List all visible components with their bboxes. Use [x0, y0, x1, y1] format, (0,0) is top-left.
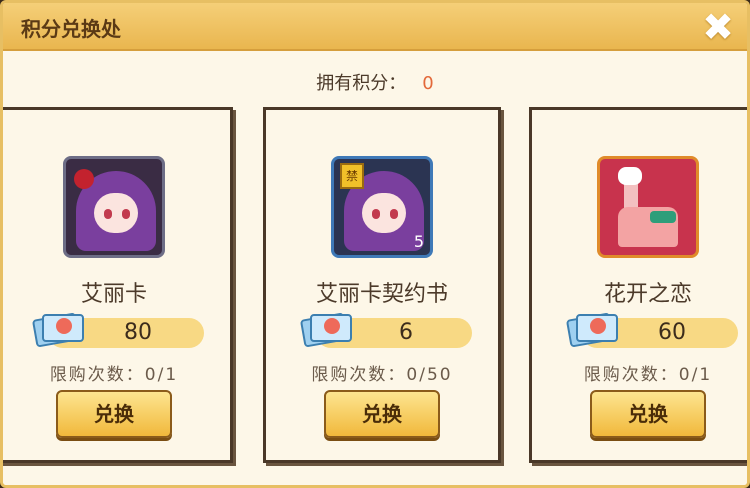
ticket-icon — [31, 308, 86, 348]
dialog-title: 积分兑换处 — [21, 17, 121, 41]
item-name: 艾丽卡 — [80, 282, 147, 307]
item-card-erika-contract: 禁 5 艾丽卡契约书 6 限购次数：0/50 兑换 — [263, 107, 501, 463]
ticket-icon — [299, 308, 354, 348]
item-card-erika: 艾丽卡 80 限购次数：0/1 兑换 — [3, 107, 233, 463]
points-display: 拥有积分： 0 — [3, 69, 747, 95]
item-card-flower-love: 花开之恋 60 限购次数：0/1 兑换 — [529, 107, 747, 463]
purchase-limit: 限购次数：0/50 — [311, 365, 453, 385]
item-level: 5 — [413, 232, 424, 251]
close-button[interactable]: ✖ — [701, 8, 735, 46]
item-name: 艾丽卡契约书 — [315, 282, 448, 307]
erika-portrait-icon[interactable] — [63, 156, 165, 258]
exchange-button[interactable]: 兑换 — [56, 390, 172, 438]
erika-contract-icon[interactable]: 禁 5 — [331, 156, 433, 258]
exchange-dialog: 积分兑换处 ✖ 拥有积分： 0 艾丽卡 80 限购次数：0/1 兑换 禁 5 艾… — [0, 0, 750, 488]
title-bar: 积分兑换处 ✖ — [3, 3, 747, 51]
exchange-button[interactable]: 兑换 — [590, 390, 706, 438]
item-name: 花开之恋 — [603, 282, 692, 307]
purchase-limit: 限购次数：0/1 — [583, 365, 713, 385]
ticket-icon — [565, 308, 620, 348]
flower-love-llama-icon[interactable] — [597, 156, 699, 258]
exchange-button[interactable]: 兑换 — [324, 390, 440, 438]
contract-badge: 禁 — [340, 163, 364, 189]
purchase-limit: 限购次数：0/1 — [49, 365, 179, 385]
points-value: 0 — [422, 73, 434, 94]
points-label: 拥有积分： — [316, 73, 407, 94]
